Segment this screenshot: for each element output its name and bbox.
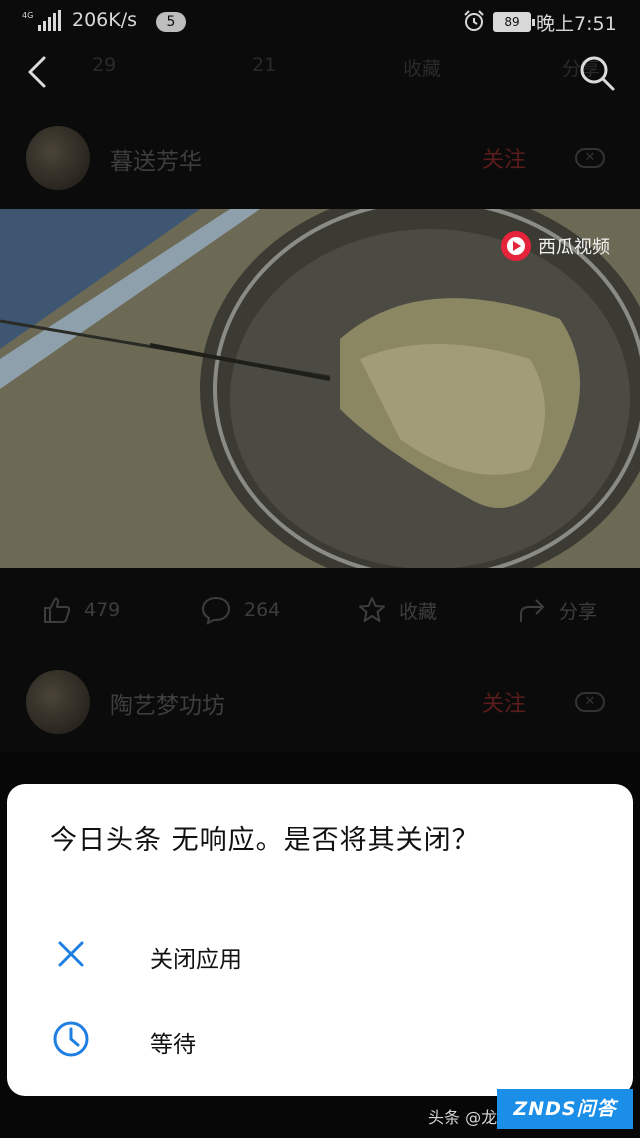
top-navigation: 29 21 收藏 分享 [0, 44, 640, 100]
video-thumbnail [0, 209, 640, 568]
znds-logo: ZNDS问答 [497, 1089, 633, 1129]
favorite-button[interactable]: 收藏 [357, 588, 437, 632]
notification-badge: 5 [156, 12, 186, 32]
post-author-row[interactable]: 陶艺梦功坊 关注 ✕ [0, 666, 640, 736]
video-player[interactable]: 西瓜视频 [0, 209, 640, 568]
network-speed: 206K/s [72, 9, 138, 31]
avatar[interactable] [26, 670, 90, 734]
like-count: 479 [84, 599, 121, 621]
watermark-text: 头条 @龙 [428, 1108, 498, 1127]
play-icon [501, 231, 531, 261]
share-icon [520, 599, 544, 622]
prev-comment-count: 21 [252, 54, 277, 76]
follow-button[interactable]: 关注 [482, 686, 526, 718]
status-bar: 4G 206K/s 5 89 晚上7:51 [0, 0, 640, 44]
author-name[interactable]: 陶艺梦功坊 [110, 686, 225, 720]
star-icon [359, 597, 385, 622]
comment-button[interactable]: 264 [200, 588, 280, 632]
app-not-responding-dialog: 今日头条 无响应。是否将其关闭？ 关闭应用 等待 [7, 784, 633, 1096]
follow-button[interactable]: 关注 [482, 142, 526, 174]
video-badge-label: 西瓜视频 [538, 237, 610, 258]
share-button[interactable]: 分享 [517, 588, 597, 632]
clock-icon [53, 1021, 89, 1057]
alarm-icon [464, 10, 484, 31]
comment-icon [201, 596, 231, 625]
back-button[interactable] [22, 52, 52, 92]
svg-text:4G: 4G [22, 11, 33, 20]
close-app-label: 关闭应用 [150, 947, 242, 973]
post-author-row[interactable]: 暮送芳华 关注 ✕ [0, 122, 640, 192]
share-label: 分享 [559, 600, 598, 623]
avatar[interactable] [26, 126, 90, 190]
wait-option[interactable]: 等待 [7, 999, 633, 1079]
prev-like-count: 29 [92, 54, 117, 76]
close-icon [58, 941, 84, 967]
status-time: 晚上7:51 [536, 13, 617, 35]
favorite-label: 收藏 [399, 600, 438, 623]
dismiss-button[interactable]: ✕ [575, 692, 605, 712]
xigua-video-badge: 西瓜视频 [500, 230, 610, 262]
prev-favorite-label: 收藏 [403, 58, 442, 80]
dismiss-button[interactable]: ✕ [575, 148, 605, 168]
close-app-option[interactable]: 关闭应用 [7, 914, 633, 994]
battery-indicator: 89 [493, 12, 535, 32]
thumbs-up-icon [44, 597, 71, 623]
search-button[interactable] [578, 54, 616, 92]
wait-label: 等待 [150, 1032, 196, 1058]
like-button[interactable]: 479 [42, 588, 120, 632]
post-action-bar: 479 264 收藏 分享 [0, 588, 640, 632]
comment-count: 264 [244, 599, 281, 621]
previous-post-actions: 29 21 收藏 分享 [0, 50, 640, 82]
signal-icon: 4G [22, 10, 61, 31]
dialog-title: 今日头条 无响应。是否将其关闭？ [50, 825, 480, 856]
author-name[interactable]: 暮送芳华 [110, 142, 202, 176]
